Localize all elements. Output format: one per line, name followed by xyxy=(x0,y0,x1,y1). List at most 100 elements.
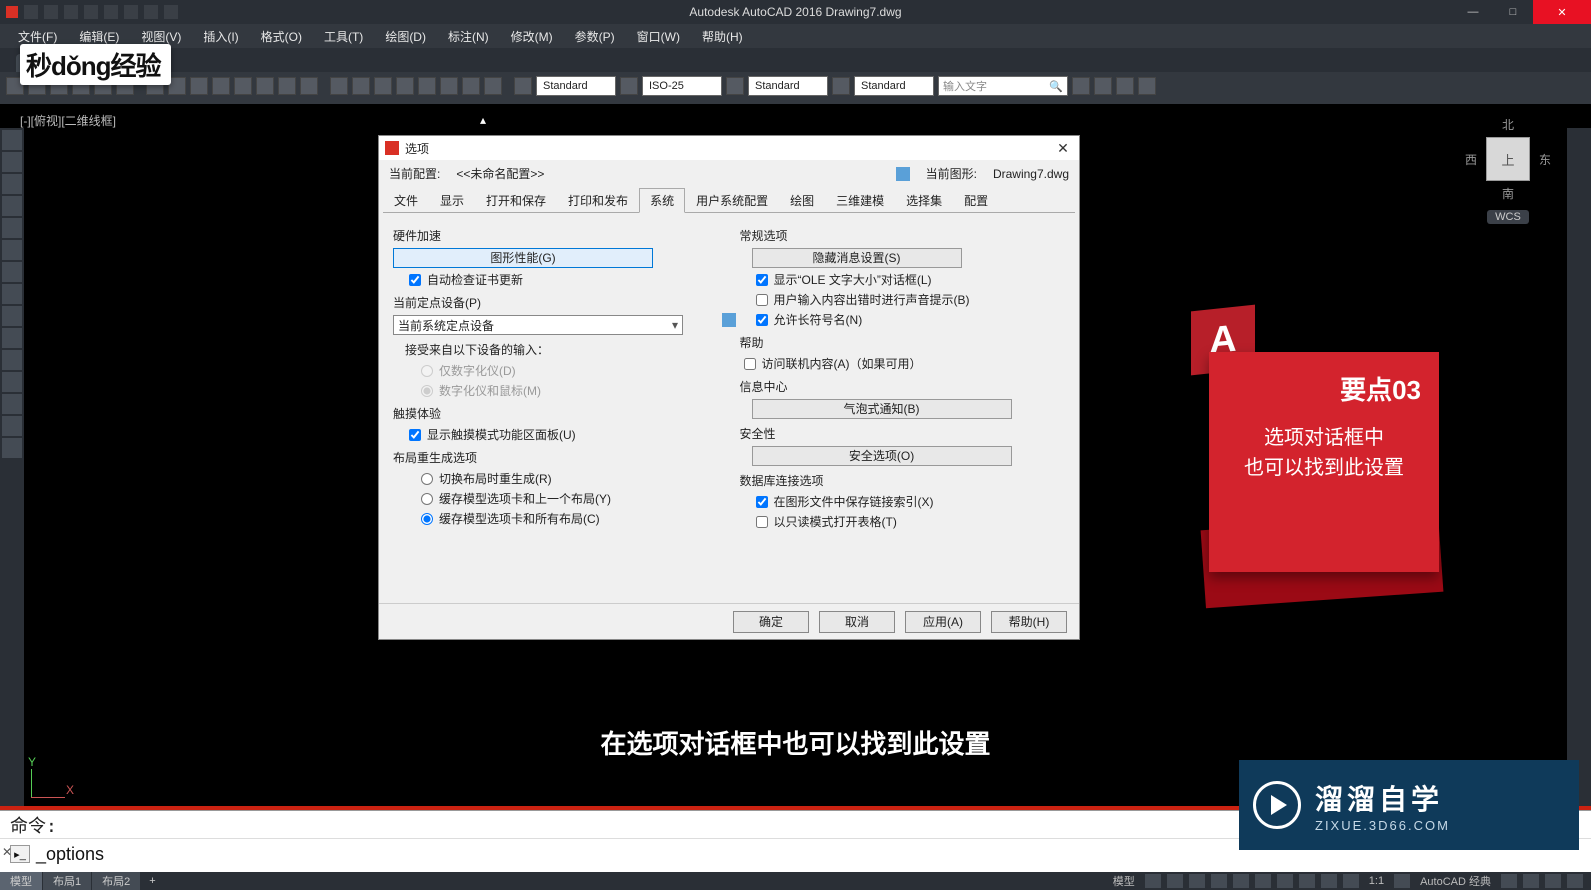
tool-icon[interactable] xyxy=(396,77,414,95)
status-icon[interactable] xyxy=(1277,874,1293,888)
tool-icon[interactable] xyxy=(484,77,502,95)
tab-profiles[interactable]: 配置 xyxy=(953,188,999,213)
tool-icon[interactable] xyxy=(352,77,370,95)
online-help-checkbox[interactable]: 访问联机内容(A)（如果可用） xyxy=(744,355,1063,372)
auto-cert-update-checkbox[interactable]: 自动检查证书更新 xyxy=(409,271,716,288)
tab-model[interactable]: 模型 xyxy=(0,872,43,890)
radio-cache-all[interactable]: 缓存模型选项卡和所有布局(C) xyxy=(421,510,716,527)
menu-draw[interactable]: 绘图(D) xyxy=(375,26,436,47)
qat-icon[interactable] xyxy=(164,5,178,19)
viewcube-west[interactable]: 西 xyxy=(1465,151,1477,168)
help-button[interactable]: 帮助(H) xyxy=(991,611,1067,633)
security-options-button[interactable]: 安全选项(O) xyxy=(752,446,1012,466)
maximize-button[interactable]: □ xyxy=(1493,0,1533,24)
qat-icon[interactable] xyxy=(84,5,98,19)
status-icon[interactable] xyxy=(1299,874,1315,888)
beep-on-error-checkbox[interactable]: 用户输入内容出错时进行声音提示(B) xyxy=(756,291,1063,308)
graphics-performance-button[interactable]: 图形性能(G) xyxy=(393,248,653,268)
allow-long-names-checkbox[interactable]: 允许长符号名(N) xyxy=(756,311,1063,328)
status-workspace[interactable]: AutoCAD 经典 xyxy=(1416,873,1495,889)
viewcube[interactable]: 北 西 上 东 南 WCS xyxy=(1465,116,1551,226)
radio-digitizer-mouse[interactable]: 数字化仪和鼠标(M) xyxy=(421,382,716,399)
radio-cache-last[interactable]: 缓存模型选项卡和上一个布局(Y) xyxy=(421,490,716,507)
show-touch-panel-checkbox[interactable]: 显示触摸模式功能区面板(U) xyxy=(409,426,716,443)
qat-icon[interactable] xyxy=(104,5,118,19)
tab-drafting[interactable]: 绘图 xyxy=(779,188,825,213)
draw-tool-icon[interactable] xyxy=(2,130,22,150)
text-style-combo[interactable]: Standard xyxy=(536,76,616,96)
tab-3d[interactable]: 三维建模 xyxy=(825,188,895,213)
draw-tool-icon[interactable] xyxy=(2,328,22,348)
find-text-input[interactable]: 输入文字🔍 xyxy=(938,76,1068,96)
mleader-style-combo[interactable]: Standard xyxy=(854,76,934,96)
status-icon[interactable] xyxy=(1394,874,1410,888)
status-icon[interactable] xyxy=(1523,874,1539,888)
status-icon[interactable] xyxy=(1567,874,1583,888)
draw-tool-icon[interactable] xyxy=(2,218,22,238)
viewport-label[interactable]: [-][俯视][二维线框] xyxy=(20,112,116,129)
minimize-button[interactable]: — xyxy=(1453,0,1493,24)
menu-dimension[interactable]: 标注(N) xyxy=(438,26,499,47)
menu-modify[interactable]: 修改(M) xyxy=(501,26,563,47)
dialog-close-button[interactable]: ✕ xyxy=(1053,140,1073,157)
tool-icon[interactable] xyxy=(418,77,436,95)
readonly-tables-checkbox[interactable]: 以只读模式打开表格(T) xyxy=(756,513,1063,530)
status-scale[interactable]: 1:1 xyxy=(1365,875,1388,887)
tool-icon[interactable] xyxy=(190,77,208,95)
qat-icon[interactable] xyxy=(44,5,58,19)
draw-tool-icon[interactable] xyxy=(2,438,22,458)
tab-selection[interactable]: 选择集 xyxy=(895,188,953,213)
draw-tool-icon[interactable] xyxy=(2,306,22,326)
draw-tool-icon[interactable] xyxy=(2,394,22,414)
tool-icon[interactable] xyxy=(1116,77,1134,95)
qat-icon[interactable] xyxy=(24,5,38,19)
draw-tool-icon[interactable] xyxy=(2,262,22,282)
tool-icon[interactable] xyxy=(440,77,458,95)
wcs-label[interactable]: WCS xyxy=(1487,210,1529,224)
ok-button[interactable]: 确定 xyxy=(733,611,809,633)
mleader-style-icon[interactable] xyxy=(832,77,850,95)
command-input[interactable]: _options xyxy=(36,844,104,865)
table-style-combo[interactable]: Standard xyxy=(748,76,828,96)
tab-system[interactable]: 系统 xyxy=(639,188,685,213)
draw-tool-icon[interactable] xyxy=(2,350,22,370)
status-icon[interactable] xyxy=(1211,874,1227,888)
qat-icon[interactable] xyxy=(64,5,78,19)
tool-icon[interactable] xyxy=(300,77,318,95)
menu-window[interactable]: 窗口(W) xyxy=(627,26,690,47)
status-icon[interactable] xyxy=(1501,874,1517,888)
status-icon[interactable] xyxy=(1189,874,1205,888)
draw-tool-icon[interactable] xyxy=(2,152,22,172)
qat-icon[interactable] xyxy=(124,5,138,19)
right-scrollbar[interactable] xyxy=(1567,128,1591,810)
table-style-icon[interactable] xyxy=(726,77,744,95)
store-link-index-checkbox[interactable]: 在图形文件中保存链接索引(X) xyxy=(756,493,1063,510)
tool-icon[interactable] xyxy=(462,77,480,95)
ole-text-size-checkbox[interactable]: 显示“OLE 文字大小”对话框(L) xyxy=(756,271,1063,288)
command-close-icon[interactable]: ✕ xyxy=(2,845,12,859)
pointing-device-select[interactable]: 当前系统定点设备▾ xyxy=(393,315,683,335)
tab-plot-publish[interactable]: 打印和发布 xyxy=(557,188,639,213)
viewcube-south[interactable]: 南 xyxy=(1465,185,1551,202)
text-style-icon[interactable] xyxy=(514,77,532,95)
status-icon[interactable] xyxy=(1321,874,1337,888)
tab-layout2[interactable]: 布局2 xyxy=(92,872,141,890)
balloon-notification-button[interactable]: 气泡式通知(B) xyxy=(752,399,1012,419)
draw-tool-icon[interactable] xyxy=(2,284,22,304)
status-model[interactable]: 模型 xyxy=(1109,873,1139,889)
tool-icon[interactable] xyxy=(374,77,392,95)
menu-insert[interactable]: 插入(I) xyxy=(193,26,248,47)
menu-format[interactable]: 格式(O) xyxy=(251,26,312,47)
qat-icon[interactable] xyxy=(144,5,158,19)
menu-parametric[interactable]: 参数(P) xyxy=(565,26,625,47)
tool-icon[interactable] xyxy=(212,77,230,95)
dim-style-combo[interactable]: ISO-25 xyxy=(642,76,722,96)
dialog-title-bar[interactable]: 选项 ✕ xyxy=(379,136,1079,160)
search-icon[interactable]: 🔍 xyxy=(1049,80,1063,93)
draw-tool-icon[interactable] xyxy=(2,174,22,194)
close-button[interactable]: ✕ xyxy=(1533,0,1591,24)
status-icon[interactable] xyxy=(1167,874,1183,888)
tool-icon[interactable] xyxy=(1138,77,1156,95)
viewcube-top[interactable]: 上 xyxy=(1486,137,1530,181)
menu-help[interactable]: 帮助(H) xyxy=(692,26,753,47)
